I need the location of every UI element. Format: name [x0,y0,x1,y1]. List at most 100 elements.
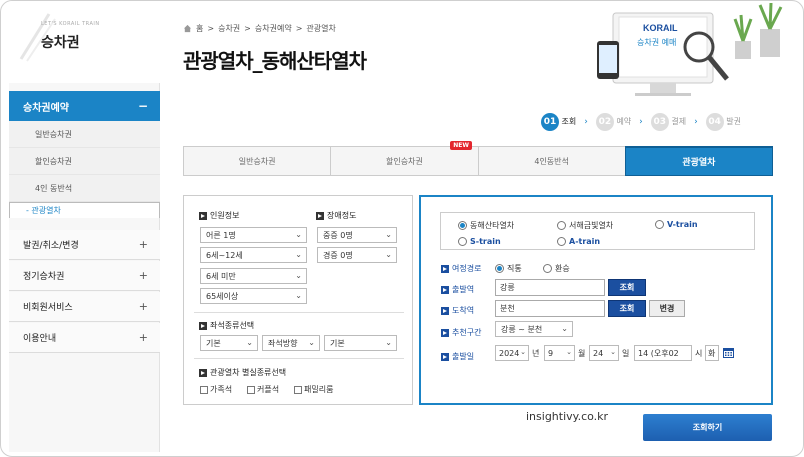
sidebar-subitem-discount[interactable]: 할인승차권 [9,148,160,175]
hero-caption: 승차권 예매 [637,37,676,47]
tab-general[interactable]: 일반승차권 [183,146,331,176]
recommend-select[interactable]: 강릉 ~ 분천 ⌄ [495,321,573,337]
seat-direction-select[interactable]: 좌석방향 ⌄ [262,335,320,351]
breadcrumb: 홈 > 승차권 > 승차권예약 > 관광열차 [183,23,336,34]
train-radio-santa[interactable]: 동해산타열차 [458,220,514,231]
breadcrumb-item[interactable]: 승차권 [218,23,240,34]
year-unit: 년 [532,349,540,358]
sidebar-item-guide[interactable]: 이용안내 + [9,323,160,353]
brand-title: 승차권 [41,35,80,51]
mild-disability-select[interactable]: 경증 0명 ⌄ [317,247,397,263]
weekday-display: 화 [705,345,719,361]
couple-seat-checkbox[interactable]: 커플석 [247,384,279,395]
child-select[interactable]: 6세~12세 ⌄ [200,247,307,263]
severe-disability-select[interactable]: 중증 0명 ⌄ [317,227,397,243]
departure-label: 출발역 [441,284,474,295]
arrival-input[interactable]: 분천 [495,300,605,317]
bullet-icon [199,211,207,220]
infant-select[interactable]: 6세 미만 ⌄ [200,268,307,284]
day-select[interactable]: 24 ⌄ [589,345,619,361]
special-seat-label: 관광열차 별실종류선택 [199,367,286,378]
chevron-down-icon: ⌄ [561,324,568,333]
route-transfer-radio[interactable]: 환승 [543,263,570,274]
train-radio-atrain[interactable]: A-train [557,237,600,246]
day-unit: 일 [622,349,630,358]
divider [194,312,404,313]
passenger-info-label: 인원정보 [199,210,239,221]
sidebar-item-season[interactable]: 정기승차권 + [9,261,160,291]
hour-select[interactable]: 14 (오후02 [634,345,692,361]
month-unit: 월 [578,349,586,358]
step-pay: 03 결제 [650,113,686,131]
bullet-icon [316,211,324,220]
seat-position-select[interactable]: 기본 ⌄ [324,335,397,351]
year-select[interactable]: 2024 ⌄ [495,345,529,361]
family-room-checkbox[interactable]: 패밀리룸 [294,384,333,395]
sidebar-subitem-tourist[interactable]: - 관광열차 [9,202,160,218]
chevron-down-icon: ⌄ [520,348,526,356]
sidebar-brand: LET'S KORAIL TRAIN 승차권 [9,1,160,83]
bullet-icon [441,264,449,273]
sidebar-item-label: 이용안내 [23,334,57,344]
step-arrow-icon: › [584,117,588,127]
tab-discount[interactable]: 할인승차권 NEW [330,141,478,176]
hour-unit: 시 [695,349,703,358]
bullet-icon [441,352,449,361]
watermark: insightivy.co.kr [526,410,609,423]
recommend-label: 추천구간 [441,327,481,338]
arrival-search-button[interactable]: 조회 [608,300,646,317]
tab-label: 할인승차권 [385,156,423,166]
chevron-down-icon: ⌄ [610,348,616,356]
bullet-icon [441,285,449,294]
passenger-panel: 인원정보 장애정도 어른 1명 ⌄ 6세~12세 ⌄ 6세 미만 ⌄ 65세이상 ⌄ 중… [183,195,413,405]
sidebar-item-ticketing[interactable]: 발권/취소/변경 + [9,230,160,260]
seat-type-select[interactable]: 기본 ⌄ [200,335,258,351]
calendar-icon[interactable] [723,347,734,358]
search-submit-button[interactable]: 조회하기 [643,414,772,441]
tab-tourist[interactable]: 관광열차 [624,146,773,176]
checkbox-box[interactable] [294,385,302,394]
expand-icon: + [138,300,148,313]
hero-illustration: KORAIL 승차권 예매 [597,3,783,96]
checkbox-box[interactable] [247,385,255,394]
breadcrumb-separator: > [244,24,251,33]
breadcrumb-item[interactable]: 홈 [196,23,203,34]
step-search: 01 조회 [541,113,576,131]
checkbox-box[interactable] [200,385,208,394]
month-select[interactable]: 9 ⌄ [544,345,575,361]
chevron-down-icon: ⌄ [295,250,302,259]
new-badge: NEW [450,141,472,150]
bullet-icon [199,368,207,377]
journey-panel: 동해산타열차 서해금빛열차 V-train S-train A-train 여정… [419,195,773,405]
bullet-icon [199,321,207,330]
step-reserve: 02 예약 [595,113,631,131]
sidebar-item-label: 승차권예약 [23,102,69,114]
sidebar-subitem-group[interactable]: 4인 동반석 [9,175,160,202]
sidebar-subitem-general[interactable]: 일반승차권 [9,121,160,148]
sidebar-item-label: 정기승차권 [23,272,65,282]
collapse-icon: − [137,99,148,113]
route-direct-radio[interactable]: 직통 [495,263,522,274]
step-arrow-icon: › [639,117,643,127]
swap-stations-button[interactable]: 변경 [649,300,685,317]
expand-icon: + [138,331,148,344]
train-radio-strain[interactable]: S-train [458,237,501,246]
disability-label: 장애정도 [316,210,356,221]
adult-select[interactable]: 어른 1명 ⌄ [200,227,307,243]
departure-search-button[interactable]: 조회 [608,279,646,296]
chevron-down-icon: ⌄ [566,348,572,356]
train-radio-vtrain[interactable]: V-train [655,220,698,229]
bullet-icon [441,328,449,337]
sidebar-item-nonmember[interactable]: 비회원서비스 + [9,292,160,322]
train-radio-west[interactable]: 서해금빛열차 [557,220,613,231]
sidebar-item-reservation[interactable]: 승차권예약 − [9,91,160,121]
chevron-down-icon: ⌄ [385,338,392,347]
tab-group[interactable]: 4인동반석 [477,146,625,176]
breadcrumb-item[interactable]: 승차권예약 [255,23,292,34]
departure-input[interactable]: 강릉 [495,279,605,296]
divider [194,358,404,359]
home-icon[interactable] [183,24,192,33]
seat-type-label: 좌석종류선택 [199,320,254,331]
senior-select[interactable]: 65세이상 ⌄ [200,288,307,304]
family-seat-checkbox[interactable]: 가족석 [200,384,232,395]
